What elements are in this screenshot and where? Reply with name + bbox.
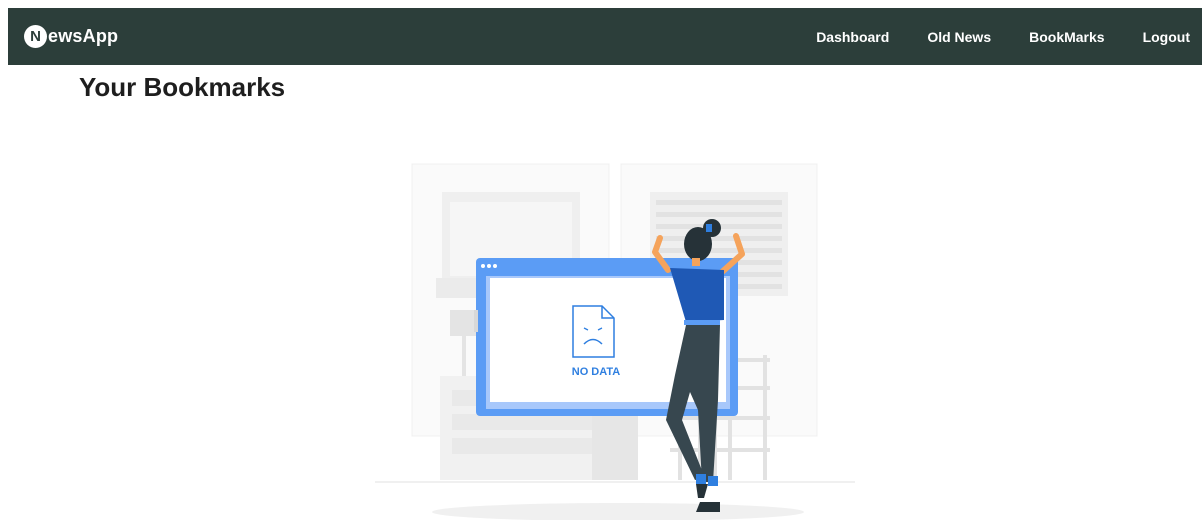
sad-document-icon [572,305,615,358]
brand-logo-icon: N [24,25,47,48]
brand-home-link[interactable]: N ewsApp [24,25,118,48]
nav-links: Dashboard Old News BookMarks Logout [778,29,1190,45]
no-data-illustration: NO DATA [375,163,855,520]
nav-link-old-news[interactable]: Old News [927,29,991,45]
top-navbar: N ewsApp Dashboard Old News BookMarks Lo… [8,8,1202,65]
nav-link-bookmarks[interactable]: BookMarks [1029,29,1104,45]
page-title: Your Bookmarks [79,72,286,102]
nav-link-dashboard[interactable]: Dashboard [816,29,889,45]
nav-link-logout[interactable]: Logout [1143,29,1190,45]
brand-name: ewsApp [48,26,119,46]
no-data-label: NO DATA [572,366,621,378]
